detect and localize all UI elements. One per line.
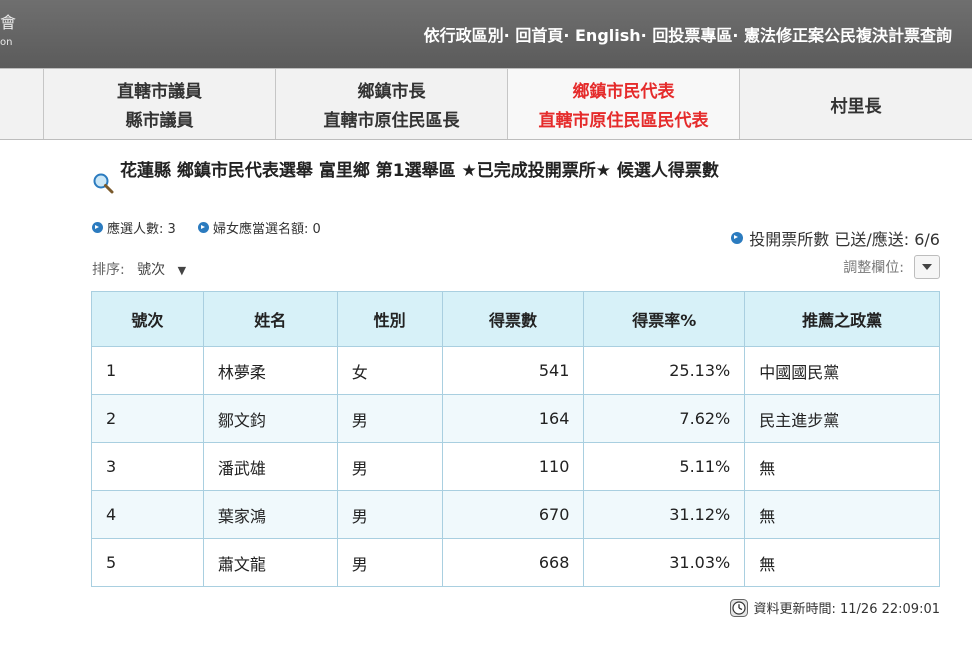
- cell-name: 林夢柔: [202, 346, 338, 395]
- cell-vote-rate: 7.62%: [583, 394, 746, 443]
- cell-votes: 164: [441, 394, 585, 443]
- last-updated-label: 資料更新時間: 11/26 22:09:01: [753, 602, 941, 617]
- polling-station-label: 投開票所數 已送/應送: 6/6: [749, 230, 940, 249]
- cell-vote-rate: 25.13%: [583, 346, 746, 395]
- header-gender[interactable]: 性別: [336, 291, 443, 347]
- cell-votes: 541: [441, 346, 585, 395]
- cell-number: 2: [91, 394, 204, 443]
- nav-english[interactable]: English·: [575, 26, 647, 45]
- last-updated: 資料更新時間: 11/26 22:09:01: [729, 598, 941, 617]
- cell-vote-rate: 5.11%: [583, 442, 746, 491]
- cell-name: 鄒文鈞: [202, 394, 338, 443]
- brand-glyph: 會: [0, 13, 17, 32]
- page-title: 花蓮縣 鄉鎮市民代表選舉 富里鄉 第1選舉區 ★已完成投開票所★ 候選人得票數: [120, 161, 719, 181]
- cell-party: 無: [744, 490, 940, 539]
- header-number[interactable]: 號次: [91, 291, 204, 347]
- clock-icon: [729, 598, 748, 617]
- adjust-columns-button[interactable]: [914, 255, 940, 279]
- nav-home[interactable]: 回首頁·: [515, 22, 569, 46]
- cell-gender: 男: [336, 490, 443, 539]
- sort-label: 排序:: [92, 262, 125, 278]
- tab-village-chiefs-line1: 村里長: [830, 96, 882, 117]
- cell-party: 民主進步黨: [744, 394, 940, 443]
- nav-by-region[interactable]: 依行政區別·: [424, 22, 510, 46]
- results-title-block: 花蓮縣 鄉鎮市民代表選舉 富里鄉 第1選舉區 ★已完成投開票所★ 候選人得票數: [92, 158, 732, 194]
- cell-votes: 110: [441, 442, 585, 491]
- tab-township-mayors-line2: 直轄市原住民區長: [323, 111, 460, 131]
- bullet-icon: [197, 222, 209, 233]
- cell-name: 潘武雄: [202, 442, 338, 491]
- cell-vote-rate: 31.12%: [583, 490, 746, 539]
- tab-council-members-line2: 縣市議員: [125, 111, 194, 131]
- bullet-icon: [731, 232, 744, 244]
- adjust-columns-label: 調整欄位:: [843, 260, 904, 276]
- adjust-columns-control: 調整欄位:: [843, 255, 940, 279]
- cell-gender: 男: [336, 394, 443, 443]
- tab-township-representatives-line1: 鄉鎮市民代表: [572, 82, 675, 102]
- tab-township-representatives-line2: 直轄市原住民區民代表: [538, 111, 709, 131]
- cell-party: 無: [744, 442, 940, 491]
- elected-count-label: 應選人數: 3: [107, 222, 176, 237]
- cell-number: 5: [91, 538, 204, 587]
- search-icon: [93, 173, 114, 194]
- election-type-tabs: 直轄市議員 縣市議員 鄉鎮市長 直轄市原住民區長 鄉鎮市民代表 直轄市原住民區民…: [0, 68, 972, 140]
- polling-station-count: 投開票所數 已送/應送: 6/6: [731, 226, 940, 250]
- tab-council-members[interactable]: 直轄市議員 縣市議員: [43, 69, 275, 139]
- tab-township-mayors-line1: 鄉鎮市長: [357, 82, 426, 102]
- top-header: 會 on 依行政區別· 回首頁· English· 回投票專區· 憲法修正案公民…: [0, 0, 972, 68]
- cell-vote-rate: 31.03%: [583, 538, 746, 587]
- table-row: 4 葉家鴻 男 670 31.12% 無: [91, 490, 940, 539]
- cell-name: 葉家鴻: [202, 490, 338, 539]
- tab-village-chiefs[interactable]: 村里長: [739, 69, 972, 139]
- header-party[interactable]: 推薦之政黨: [744, 291, 940, 347]
- cell-gender: 男: [336, 442, 443, 491]
- top-navigation: 依行政區別· 回首頁· English· 回投票專區· 憲法修正案公民複決計票查…: [424, 22, 952, 46]
- election-meta: 應選人數: 3 婦女應當選名額: 0: [92, 218, 339, 237]
- tab-township-mayors[interactable]: 鄉鎮市長 直轄市原住民區長: [275, 69, 507, 139]
- tab-township-representatives[interactable]: 鄉鎮市民代表 直轄市原住民區民代表: [507, 69, 739, 139]
- table-header-row: 號次 姓名 性別 得票數 得票率% 推薦之政黨: [91, 291, 940, 347]
- table-row: 2 鄒文鈞 男 164 7.62% 民主進步黨: [91, 394, 940, 443]
- brand-logo[interactable]: 會 on: [0, 14, 24, 54]
- header-vote-rate[interactable]: 得票率%: [583, 291, 746, 347]
- header-votes[interactable]: 得票數: [441, 291, 585, 347]
- dropdown-caret-icon[interactable]: ▼: [178, 264, 186, 277]
- table-row: 3 潘武雄 男 110 5.11% 無: [91, 442, 940, 491]
- cell-gender: 男: [336, 538, 443, 587]
- table-row: 5 蕭文龍 男 668 31.03% 無: [91, 538, 940, 587]
- cell-votes: 668: [441, 538, 585, 587]
- women-quota-label: 婦女應當選名額: 0: [212, 222, 321, 237]
- sort-value[interactable]: 號次: [137, 262, 165, 278]
- elected-count: 應選人數: 3: [92, 218, 176, 237]
- women-quota: 婦女應當選名額: 0: [197, 218, 321, 237]
- cell-party: 中國國民黨: [744, 346, 940, 395]
- cell-number: 1: [91, 346, 204, 395]
- cell-votes: 670: [441, 490, 585, 539]
- cell-gender: 女: [336, 346, 443, 395]
- sort-control[interactable]: 排序: 號次 ▼: [92, 259, 186, 279]
- header-name[interactable]: 姓名: [202, 291, 338, 347]
- nav-voting-zone[interactable]: 回投票專區·: [652, 22, 738, 46]
- cell-number: 4: [91, 490, 204, 539]
- brand-tail: on: [0, 37, 13, 48]
- results-table: 號次 姓名 性別 得票數 得票率% 推薦之政黨 1 林夢柔 女 541 25.1…: [91, 291, 940, 587]
- cell-party: 無: [744, 538, 940, 587]
- nav-referendum-query[interactable]: 憲法修正案公民複決計票查詢: [744, 22, 952, 46]
- bullet-icon: [92, 222, 103, 233]
- cell-name: 蕭文龍: [202, 538, 338, 587]
- cell-number: 3: [91, 442, 204, 491]
- chevron-down-icon: [922, 264, 932, 270]
- table-row: 1 林夢柔 女 541 25.13% 中國國民黨: [91, 346, 940, 395]
- tab-council-members-line1: 直轄市議員: [117, 82, 202, 102]
